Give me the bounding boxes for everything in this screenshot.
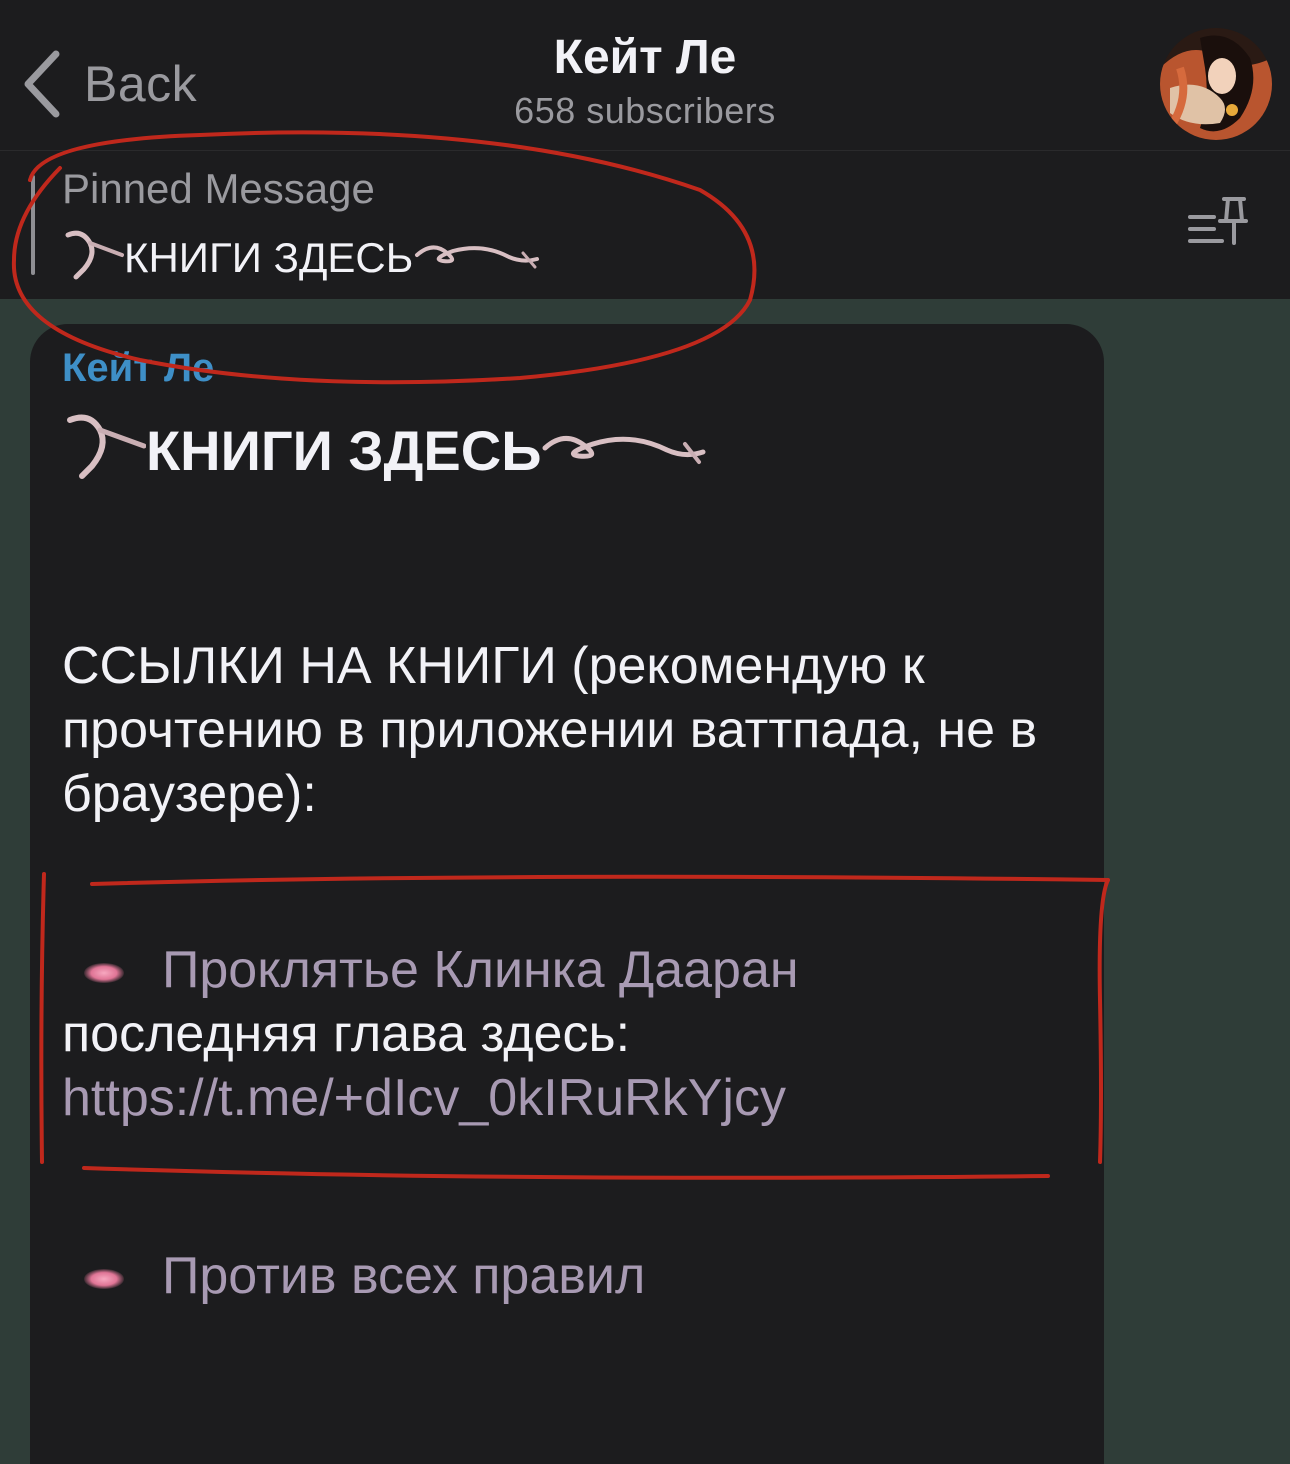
chevron-left-icon: [22, 50, 62, 118]
pinned-label: Pinned Message: [62, 165, 375, 212]
ribbon-icon: [62, 225, 124, 291]
book-note: последняя глава здесь:: [62, 1005, 631, 1063]
back-label: Back: [84, 56, 198, 112]
channel-title: Кейт Ле: [553, 31, 737, 84]
pinned-text-row: КНИГИ ЗДЕСЬ: [62, 225, 543, 291]
book-entry: Проклятье Клинка Дааран последняя глава …: [62, 938, 1082, 1130]
chat-screen: Back Кейт Ле 658 subscribers Pinned Mess…: [0, 0, 1290, 1464]
pinned-text: КНИГИ ЗДЕСЬ: [124, 234, 414, 281]
channel-title-block[interactable]: Кейт Ле 658 subscribers: [390, 28, 900, 134]
ribbon-tail-icon: [413, 233, 543, 283]
book-entry: Против всех правил: [62, 1244, 1082, 1308]
message-heading-row: КНИГИ ЗДЕСЬ: [62, 406, 711, 495]
pinned-list-icon[interactable]: [1186, 191, 1250, 260]
pink-dot-icon: [84, 1269, 124, 1290]
book-title: Проклятье Клинка Дааран: [162, 941, 799, 999]
chat-header: Back Кейт Ле 658 subscribers: [0, 0, 1290, 151]
ribbon-icon: [62, 406, 147, 495]
message-intro: ССЫЛКИ НА КНИГИ (рекомендую к прочтению …: [62, 637, 1038, 823]
pink-dot-icon: [84, 963, 124, 984]
channel-avatar[interactable]: [1160, 28, 1272, 140]
book-link[interactable]: https://t.me/+dIcv_0kIRuRkYjcy: [62, 1069, 786, 1127]
back-button[interactable]: Back: [22, 46, 197, 122]
book-title: Против всех правил: [162, 1247, 646, 1305]
subscriber-count: 658 subscribers: [514, 90, 776, 131]
message-heading: КНИГИ ЗДЕСЬ: [146, 419, 542, 482]
pinned-message-bar[interactable]: Pinned Message КНИГИ ЗДЕСЬ: [0, 151, 1290, 299]
message-bubble[interactable]: Кейт Ле КНИГИ ЗДЕСЬ ССЫЛКИ НА КНИГИ (рек…: [30, 324, 1104, 1464]
sender-name[interactable]: Кейт Ле: [62, 346, 214, 391]
ribbon-tail-icon: [541, 418, 711, 483]
pinned-indicator: [31, 175, 35, 275]
